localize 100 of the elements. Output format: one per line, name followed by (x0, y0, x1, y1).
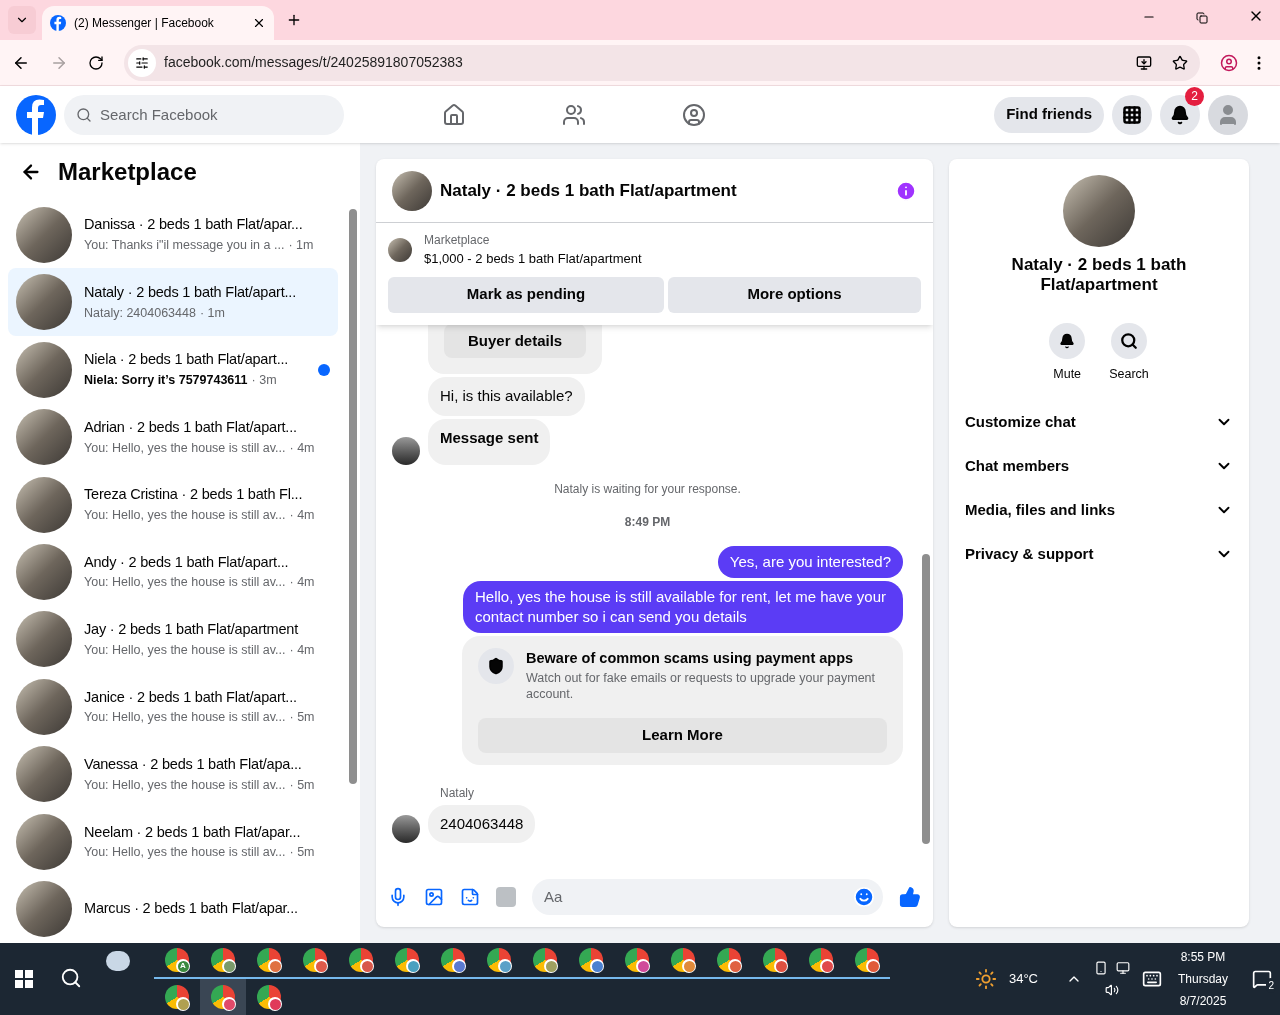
conversation-title: Janice · 2 beds 1 bath Flat/apart... (84, 687, 298, 707)
details-title: Nataly · 2 beds 1 bath Flat/apartment (1010, 255, 1188, 295)
conversation-item[interactable]: Neelam · 2 beds 1 bath Flat/apar... You: Hello, yes the house is still av... · 5m (8, 808, 338, 876)
outgoing-message: Yes, are you interested? (717, 546, 903, 579)
friends-icon[interactable] (562, 102, 587, 127)
notification-badge: 2 (1185, 86, 1204, 106)
browser-tab[interactable]: (2) Messenger | Facebook (42, 6, 274, 40)
listing-source: Marketplace (424, 232, 491, 249)
shield-icon (478, 648, 514, 685)
conversation-item[interactable]: Jay · 2 beds 1 bath Flat/apartment You: Hello, yes the house is still av... · 4m (8, 605, 338, 674)
conversation-title: Marcus · 2 beds 1 bath Flat/apar... (84, 899, 299, 919)
conversation-preview: You: Hello, yes the house is still av... (84, 776, 286, 794)
incoming-message: Hi, is this available? (428, 377, 585, 416)
message-field[interactable]: Aa (532, 878, 883, 915)
conversation-preview: You: Hello, yes the house is still av... (84, 439, 286, 457)
incoming-message: 2404063448 (428, 804, 536, 843)
details-section[interactable]: Customize chat (965, 399, 1233, 444)
clock-date: 8/7/2025 (1179, 993, 1227, 1010)
new-tab-icon[interactable] (286, 12, 302, 28)
conversation-preview: You: Hello, yes the house is still av... (84, 574, 286, 592)
listing-photo (16, 544, 72, 600)
listing-photo (392, 170, 432, 211)
close-icon[interactable] (252, 16, 266, 30)
chat-title: Nataly · 2 beds 1 bath Flat/apartment (440, 179, 738, 202)
learn-more-button[interactable]: Learn More (478, 718, 887, 753)
conversation-time: · 5m (289, 776, 315, 794)
photo-icon[interactable] (424, 886, 444, 907)
conversation-time: · 4m (289, 641, 315, 659)
conversation-time: · 1m (288, 237, 314, 255)
conversation-item[interactable]: Adrian · 2 beds 1 bath Flat/apart... You: Hello, yes the house is still av... · 4m (8, 403, 338, 471)
thumbs-up-icon[interactable] (899, 885, 921, 908)
conversation-time: · 5m (289, 844, 315, 862)
search-icon[interactable] (60, 967, 82, 989)
bell-icon (1170, 104, 1190, 125)
reload-icon[interactable] (88, 54, 104, 71)
site-settings-icon[interactable] (128, 48, 156, 77)
profile-icon[interactable] (1220, 53, 1238, 72)
find-friends-button[interactable]: Find friends (994, 96, 1104, 133)
weather-text: 34°C (1008, 970, 1038, 989)
conversation-time: · 3m (251, 372, 277, 390)
keyboard-icon[interactable] (1141, 969, 1162, 989)
conversation-title: Andy · 2 beds 1 bath Flat/apart... (84, 552, 290, 572)
warning-text: Watch out for fake emails or requests to upgrade your payment account. (526, 670, 877, 702)
conversation-item[interactable]: Nataly · 2 beds 1 bath Flat/apart... Nataly: 2404063448 · 1m (8, 268, 338, 336)
restore-icon[interactable] (1196, 12, 1208, 24)
conversation-preview: You: Thanks i"il message you in a ... (84, 237, 285, 255)
details-section[interactable]: Chat members (965, 443, 1233, 488)
listing-action-button[interactable]: More options (668, 276, 921, 313)
conversation-item[interactable]: Tereza Cristina · 2 beds 1 bath Fl... You: Hello, yes the house is still av... · 4m (8, 470, 338, 539)
clock-day: Thursday (1177, 968, 1228, 990)
conversation-item[interactable]: Danissa · 2 beds 1 bath Flat/apar... You: Thanks i"il message you in a ... · 1m (8, 201, 338, 269)
conversation-title: Adrian · 2 beds 1 bath Flat/apart... (84, 417, 298, 437)
details-section[interactable]: Media, files and links (965, 487, 1233, 532)
search-icon (1120, 332, 1138, 350)
conversation-title: Niela · 2 beds 1 bath Flat/apart... (84, 350, 290, 370)
conversation-time: · 4m (289, 439, 315, 457)
tab-title: (2) Messenger | Facebook (74, 15, 215, 32)
conversation-title: Tereza Cristina · 2 beds 1 bath Fl... (84, 485, 304, 505)
search-field[interactable]: Search Facebook (64, 94, 344, 135)
conversation-item[interactable]: Niela · 2 beds 1 bath Flat/apart... Niela: Sorry it’s 7579743611 · 3m (8, 335, 338, 404)
listing-photo (388, 237, 412, 262)
details-section[interactable]: Privacy & support (965, 531, 1233, 576)
sticker-icon[interactable] (460, 886, 480, 907)
conversation-title: Neelam · 2 beds 1 bath Flat/apar... (84, 822, 302, 842)
conversation-title: Jay · 2 beds 1 bath Flat/apartment (84, 620, 300, 640)
volume-icon[interactable] (1104, 983, 1119, 997)
info-icon[interactable] (895, 179, 917, 202)
account-avatar[interactable] (1208, 94, 1248, 135)
home-icon[interactable] (442, 102, 467, 127)
phone-icon[interactable] (1093, 961, 1108, 975)
browser-taskbar-icon[interactable] (200, 979, 246, 1015)
conversation-preview: You: Hello, yes the house is still av... (84, 844, 286, 862)
menu-grid-button[interactable] (1112, 94, 1152, 135)
conversation-time: · 4m (289, 574, 315, 592)
microphone-icon[interactable] (388, 886, 408, 907)
listing-action-button[interactable]: Mark as pending (388, 276, 664, 313)
facebook-logo[interactable] (16, 94, 56, 135)
conversation-time: · 4m (289, 507, 315, 525)
conversation-item[interactable]: Janice · 2 beds 1 bath Flat/apart... You: Hello, yes the house is still av... · 5m (8, 673, 338, 741)
conversation-time: · 1m (199, 304, 225, 322)
conversation-item[interactable]: Andy · 2 beds 1 bath Flat/apart... You: Hello, yes the house is still av... · 4m (8, 538, 338, 606)
grid-icon (1122, 104, 1142, 125)
buyer-details-button[interactable]: Buyer details (444, 324, 587, 359)
network-icon[interactable] (1115, 961, 1130, 975)
sidebar-title: Marketplace (58, 157, 197, 187)
groups-icon[interactable] (682, 102, 707, 127)
conversation-title: Danissa · 2 beds 1 bath Flat/apar... (84, 215, 304, 235)
facebook-icon[interactable] (50, 15, 66, 31)
sender-name: Nataly (439, 784, 475, 802)
conversation-item[interactable]: Marcus · 2 beds 1 bath Flat/apar... (8, 875, 338, 943)
conversation-item[interactable]: Vanessa · 2 beds 1 bath Flat/apa... You: Hello, yes the house is still av... · 5m (8, 740, 338, 809)
conversation-title: Nataly · 2 beds 1 bath Flat/apart... (84, 282, 298, 302)
install-icon[interactable] (1136, 54, 1152, 71)
conversation-preview: You: Hello, yes the house is still av... (84, 507, 286, 525)
bell-icon (1059, 333, 1076, 349)
conversation-preview: You: Hello, yes the house is still av... (84, 709, 286, 727)
bookmark-star-icon[interactable] (1172, 54, 1188, 71)
listing-title: $1,000 - 2 beds 1 bath Flat/apartment (424, 250, 642, 268)
address-bar[interactable]: facebook.com/messages/t/24025891807052383 (124, 44, 1200, 81)
timestamp: 8:49 PM (624, 514, 671, 532)
